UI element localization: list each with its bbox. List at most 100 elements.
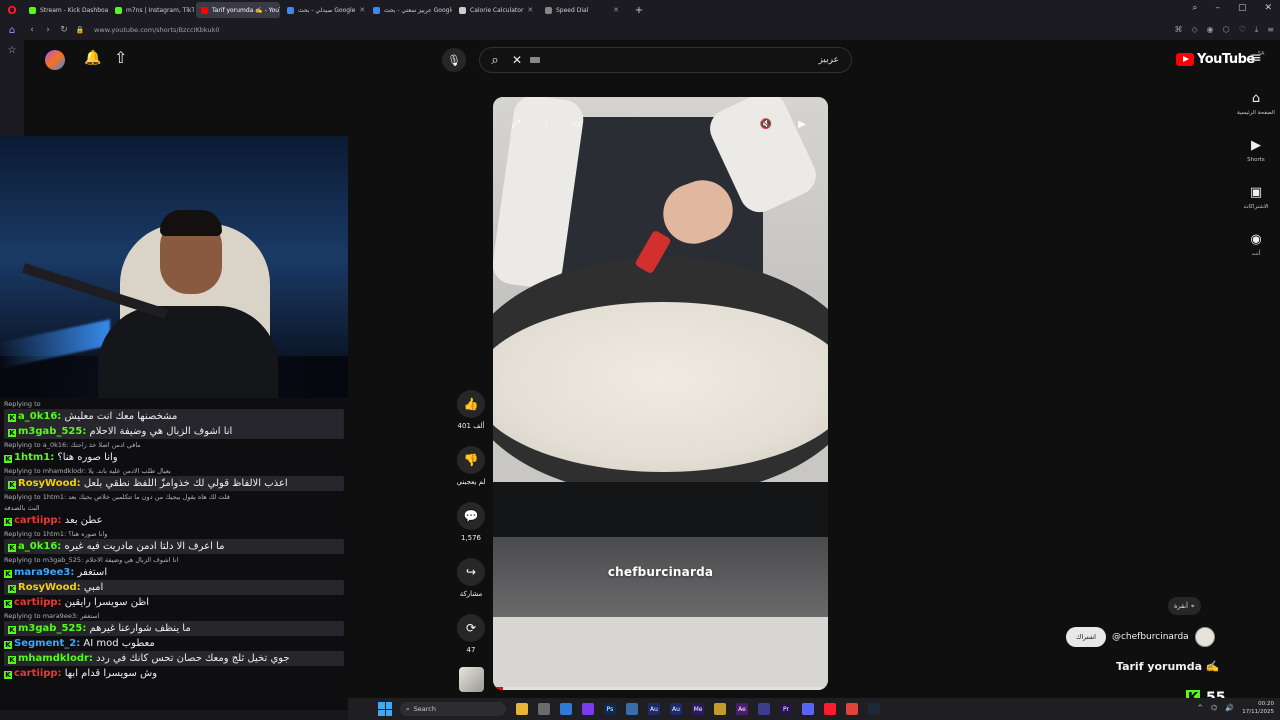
- star-sidebar-icon[interactable]: ☆: [0, 40, 24, 60]
- chat-username[interactable]: cartiipp:: [14, 515, 62, 526]
- new-tab-button[interactable]: +: [632, 3, 646, 17]
- chat-message[interactable]: K 1htm1: وانا صوره هنا؟: [0, 450, 348, 465]
- share-button[interactable]: ↪ مشاركة: [454, 558, 488, 614]
- rail-item-0[interactable]: ⌂ الصفحة الرئيسية: [1232, 85, 1280, 132]
- browser-tab-3[interactable]: صيدلي - بحث Google ✕: [282, 2, 366, 18]
- chat-message[interactable]: K RosyWood: امبي: [4, 580, 344, 595]
- chat-username[interactable]: mara9ee3:: [14, 567, 74, 578]
- chat-message[interactable]: K Segment_2: AI mod معطوب: [0, 636, 348, 651]
- volume-icon[interactable]: 🔊: [1225, 704, 1234, 712]
- browser-tab-1[interactable]: m7ns | Instagram, TikTok✕: [110, 2, 194, 18]
- chat-message[interactable]: Kcartiipp: اظن سويسرا رايقين: [0, 595, 348, 610]
- visual-studio-icon[interactable]: [582, 703, 594, 715]
- tab-close-icon[interactable]: ✕: [527, 6, 533, 14]
- chat-message[interactable]: K RosyWood: اعذب الالفاظ قولي لك خذوامزّ …: [4, 476, 344, 491]
- premiere-icon[interactable]: Pr: [780, 703, 792, 715]
- search-box[interactable]: ⌕ ✕ عربيز: [479, 47, 852, 73]
- remix-icon[interactable]: ⟳: [457, 614, 485, 642]
- remix-button[interactable]: ⟳ 47: [454, 614, 488, 670]
- opera-taskbar-icon[interactable]: [824, 703, 836, 715]
- back-icon[interactable]: ‹: [24, 25, 40, 35]
- search-input[interactable]: عربيز: [818, 55, 839, 65]
- taskbar-clock[interactable]: 00:20 17/11/2025: [1242, 700, 1274, 716]
- chat-username[interactable]: 1htm1:: [14, 452, 54, 463]
- download-icon[interactable]: ⤓: [1255, 25, 1259, 35]
- share-icon[interactable]: ↪: [457, 558, 485, 586]
- more-options-icon[interactable]: ⋮: [537, 115, 555, 133]
- dislike-icon[interactable]: 👎: [457, 446, 485, 474]
- windows-start-icon[interactable]: [378, 702, 392, 716]
- chat-message[interactable]: Ka_0k16: ما اعرف الا دلتا ادمن مادريت في…: [4, 539, 344, 554]
- chat-message[interactable]: Kcartiipp: وش سويسرا قدام ابها: [0, 666, 348, 681]
- photoshop-icon[interactable]: Ps: [604, 703, 616, 715]
- create-upload-icon[interactable]: ⇧: [114, 48, 127, 67]
- home-sidebar-icon[interactable]: ⌂: [0, 20, 24, 40]
- chat-message[interactable]: Km3gab_525: ما ينظف شوارعنا غيرهم: [4, 621, 344, 636]
- mute-icon[interactable]: 🔇: [757, 115, 775, 133]
- browser-tab-5[interactable]: Calorie Calculator ✕: [454, 2, 538, 18]
- tray-chevron-icon[interactable]: ^: [1197, 704, 1203, 712]
- chat-message[interactable]: Km3gab_525: انا اشوف الزبال هي وضيفة الا…: [4, 424, 344, 439]
- search-icon[interactable]: ⌕: [480, 53, 510, 68]
- rail-item-2[interactable]: ▣ الاشتراكات: [1232, 179, 1280, 226]
- minimize-icon[interactable]: –: [1215, 3, 1220, 13]
- captions-icon[interactable]: ▭: [567, 115, 585, 133]
- chat-username[interactable]: Segment_2:: [14, 638, 80, 649]
- extension-icon[interactable]: ⬡: [1223, 25, 1230, 35]
- discord-icon[interactable]: [802, 703, 814, 715]
- chat-message[interactable]: Kmara9ee3: استغفر: [0, 565, 348, 580]
- chat-username[interactable]: RosyWood:: [18, 582, 81, 593]
- fullscreen-icon[interactable]: ⤢: [507, 115, 525, 133]
- taskbar-search[interactable]: ⌕ Search: [400, 702, 506, 716]
- audition-icon-2[interactable]: Au: [670, 703, 682, 715]
- chat-username[interactable]: a_0k16:: [18, 411, 61, 422]
- chat-username[interactable]: m3gab_525:: [18, 426, 86, 437]
- sound-thumbnail[interactable]: [459, 667, 484, 692]
- vpn-icon[interactable]: ◇: [1191, 25, 1197, 35]
- rail-item-3[interactable]: ◉ أنت: [1232, 226, 1280, 273]
- chat-username[interactable]: RosyWood:: [18, 478, 81, 489]
- search-tabs-icon[interactable]: ⌕: [1192, 3, 1197, 13]
- store-icon[interactable]: [538, 703, 550, 715]
- browser-tab-0[interactable]: Stream - Kick Dashboard✕: [24, 2, 108, 18]
- chat-message[interactable]: Kmhamdklodr: جوي تخيل ثلج ومعك حصان تحس …: [4, 651, 344, 666]
- steam-icon[interactable]: [868, 703, 880, 715]
- vscode-icon[interactable]: [560, 703, 572, 715]
- chat-message[interactable]: Kcartiipp: عطن بعد: [0, 513, 348, 528]
- voice-search-mic-icon[interactable]: 🎙: [442, 48, 466, 72]
- comment-icon[interactable]: 💬: [457, 502, 485, 530]
- account-avatar[interactable]: [45, 50, 65, 70]
- play-icon[interactable]: ▶: [793, 115, 811, 133]
- camera-icon[interactable]: ◉: [1207, 25, 1214, 35]
- chat-username[interactable]: mhamdklodr:: [18, 653, 93, 664]
- rail-item-1[interactable]: ▶ Shorts: [1232, 132, 1280, 179]
- app-icon[interactable]: [626, 703, 638, 715]
- menu-icon[interactable]: ≡: [1267, 25, 1274, 35]
- channel-avatar[interactable]: [1194, 627, 1215, 647]
- after-effects-icon[interactable]: Ae: [736, 703, 748, 715]
- comments-button[interactable]: 💬 1,576: [454, 502, 488, 558]
- video-progress-bar[interactable]: [493, 687, 828, 690]
- notifications-bell-icon[interactable]: 🔔: [84, 50, 101, 66]
- chat-message[interactable]: Ka_0k16: مشخصنها معك انت معليش: [4, 409, 344, 424]
- app-icon-2[interactable]: [758, 703, 770, 715]
- opera-gx-icon[interactable]: [846, 703, 858, 715]
- like-icon[interactable]: 👍: [457, 390, 485, 418]
- guide-menu-icon[interactable]: ≡: [1250, 50, 1262, 66]
- reload-icon[interactable]: ↻: [56, 25, 72, 35]
- tab-close-icon[interactable]: ✕: [359, 6, 365, 14]
- chat-username[interactable]: cartiipp:: [14, 668, 62, 679]
- url-field[interactable]: www.youtube.com/shorts/BzccIKbkuk0: [94, 26, 219, 34]
- close-window-icon[interactable]: ✕: [1264, 3, 1272, 13]
- file-explorer-icon[interactable]: [516, 703, 528, 715]
- shorts-player[interactable]: chefburcinarda ⤢ ⋮ ▭ 🔇 ▶: [493, 97, 828, 690]
- network-icon[interactable]: ⌬: [1211, 704, 1217, 712]
- video-title[interactable]: Tarif yorumda ✍️: [1116, 660, 1220, 673]
- tab-close-icon[interactable]: ✕: [613, 6, 619, 14]
- clear-search-icon[interactable]: ✕: [510, 53, 524, 67]
- dislike-button[interactable]: 👎 لم يعجبني: [454, 446, 488, 502]
- location-chip[interactable]: أنقرة ⌖: [1168, 597, 1201, 615]
- browser-tab-2[interactable]: Tarif yorumda ✍️ - YouTube✕: [196, 2, 280, 18]
- maximize-icon[interactable]: ▢: [1238, 3, 1247, 13]
- chat-username[interactable]: m3gab_525:: [18, 623, 86, 634]
